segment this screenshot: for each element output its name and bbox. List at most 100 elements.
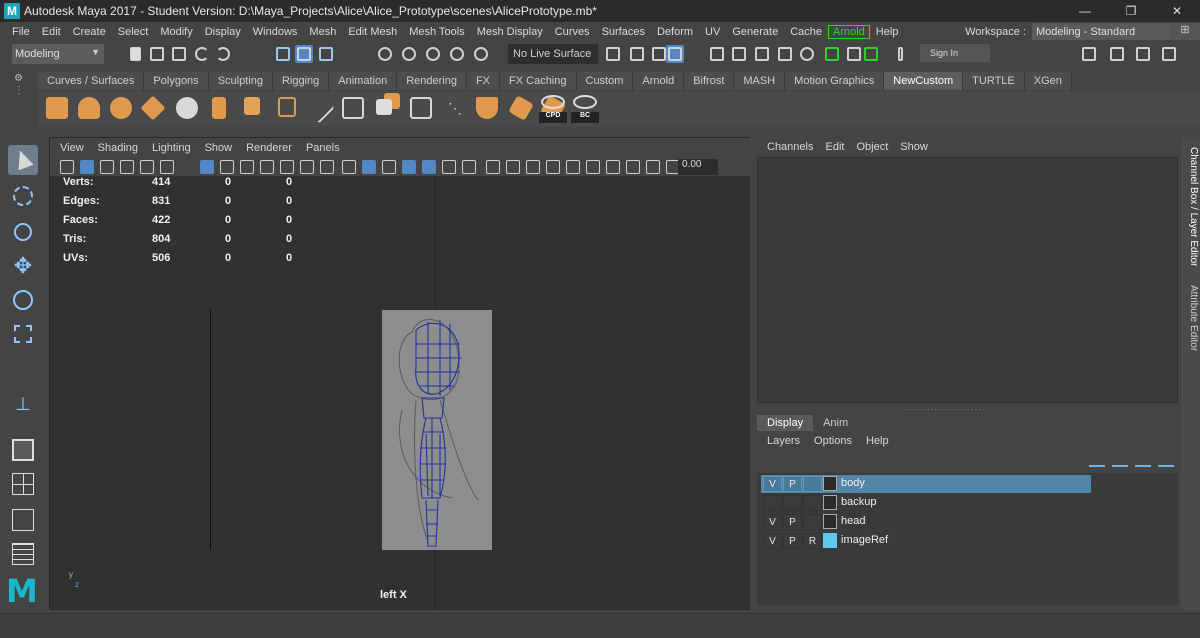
layer-row[interactable]: V P R imageRef [761, 532, 1091, 550]
layer-playback-toggle[interactable]: P [783, 476, 802, 492]
wireframe-icon[interactable] [342, 160, 356, 174]
target-weld-icon[interactable] [408, 95, 434, 121]
select-tool-icon[interactable] [8, 145, 38, 175]
exposure-field[interactable]: 0.00 [678, 159, 718, 175]
channel-box-menu-show[interactable]: Show [894, 141, 934, 153]
shelf-tab-rendering[interactable]: Rendering [397, 72, 467, 90]
menu-uv[interactable]: UV [699, 26, 726, 38]
open-scene-icon[interactable] [148, 45, 166, 63]
tab-channel-box-layer-editor[interactable]: Channel Box / Layer Editor [1183, 147, 1199, 267]
layer-menu-help[interactable]: Help [866, 435, 903, 447]
menu-curves[interactable]: Curves [549, 26, 596, 38]
close-button[interactable]: ✕ [1154, 0, 1200, 22]
bridge-icon[interactable] [274, 95, 300, 121]
poly-cylinder-icon[interactable] [76, 95, 102, 121]
bevel-icon[interactable] [239, 95, 265, 121]
rotate-tool-icon[interactable] [8, 285, 38, 315]
layer-color-swatch[interactable] [823, 533, 837, 548]
camera-attributes-icon[interactable] [80, 160, 94, 174]
layer-playback-toggle[interactable] [783, 495, 802, 511]
poly-cube-icon[interactable] [44, 95, 70, 121]
shelf-tab-animation[interactable]: Animation [329, 72, 398, 90]
live-surface-field[interactable]: No Live Surface [508, 44, 598, 64]
anti-aliasing-icon[interactable] [526, 160, 540, 174]
menu-help[interactable]: Help [870, 26, 905, 38]
shelf-tab-sculpting[interactable]: Sculpting [208, 72, 273, 90]
arnold-tool-icon[interactable] [845, 45, 863, 63]
extrude-icon[interactable] [206, 95, 232, 121]
outliner-layout-icon[interactable] [8, 539, 38, 569]
select-object-icon[interactable] [295, 45, 313, 63]
menu-deform[interactable]: Deform [651, 26, 699, 38]
viewport-menu-shading[interactable]: Shading [91, 142, 145, 154]
attribute-editor-toggle-icon[interactable] [1134, 45, 1152, 63]
restore-button[interactable]: ❐ [1108, 0, 1154, 22]
sidebar-toggle-icon[interactable] [896, 45, 914, 63]
grid-icon[interactable] [200, 160, 214, 174]
layer-visibility-toggle[interactable]: V [763, 514, 782, 530]
menu-mesh-tools[interactable]: Mesh Tools [403, 26, 470, 38]
ipr-render-icon[interactable] [753, 45, 771, 63]
bc-icon[interactable]: BC [571, 93, 599, 123]
shelf-tab-arnold[interactable]: Arnold [633, 72, 685, 90]
snap-surface-icon[interactable] [472, 45, 490, 63]
layer-visibility-toggle[interactable] [763, 495, 782, 511]
layer-display-type-toggle[interactable]: R [803, 533, 822, 549]
new-layer-from-selection-icon[interactable] [1158, 455, 1175, 467]
symmetry-icon[interactable] [604, 45, 622, 63]
workspace-dropdown[interactable]: Modeling - Standard [1032, 23, 1170, 40]
shelf-tab-rigging[interactable]: Rigging [272, 72, 330, 90]
layer-row[interactable]: V P head [761, 513, 1091, 531]
gate-mask-icon[interactable] [260, 160, 274, 174]
snap-grid-icon[interactable] [376, 45, 394, 63]
tab-anim[interactable]: Anim [813, 415, 858, 431]
safe-title-icon[interactable] [320, 160, 334, 174]
depth-of-field-icon[interactable] [546, 160, 560, 174]
menu-create[interactable]: Create [67, 26, 112, 38]
layer-name[interactable]: imageRef [841, 534, 888, 546]
show-manipulator-icon[interactable]: ⊥ [8, 389, 38, 419]
viewport-scene[interactable]: Verts: 414 0 0 Edges: 831 0 0 Faces: 422… [50, 176, 750, 609]
layer-row[interactable]: backup [761, 494, 1091, 512]
combine-icon[interactable] [174, 95, 200, 121]
render-frame-icon[interactable] [730, 45, 748, 63]
shelf-tab-fx-caching[interactable]: FX Caching [500, 72, 577, 90]
menu-edit-mesh[interactable]: Edit Mesh [342, 26, 403, 38]
magnet-icon[interactable] [666, 45, 684, 63]
shelf-tab-curves-surfaces[interactable]: Curves / Surfaces [38, 72, 145, 90]
smooth-shade-icon[interactable] [362, 160, 376, 174]
layer-name[interactable]: head [841, 515, 865, 527]
new-scene-icon[interactable] [128, 45, 146, 63]
menu-arnold[interactable]: Arnold [828, 24, 870, 39]
panel-splitter-handle[interactable]: ······················· [905, 405, 989, 414]
channel-box-body[interactable] [757, 157, 1178, 403]
viewport-menu-show[interactable]: Show [198, 142, 240, 154]
shelf-tab-polygons[interactable]: Polygons [144, 72, 209, 90]
xray-active-icon[interactable] [606, 160, 620, 174]
lasso-tool-icon[interactable] [8, 181, 38, 211]
snap-view-icon[interactable] [448, 45, 466, 63]
menu-surfaces[interactable]: Surfaces [596, 26, 651, 38]
sign-in-dropdown[interactable]: Sign In [920, 44, 990, 62]
save-scene-icon[interactable] [170, 45, 188, 63]
menu-mesh-display[interactable]: Mesh Display [471, 26, 549, 38]
xray-icon[interactable] [422, 160, 436, 174]
layer-display-type-toggle[interactable] [803, 495, 822, 511]
field-chart-icon[interactable] [280, 160, 294, 174]
channel-box-toggle-icon[interactable] [1108, 45, 1126, 63]
two-view-layout-icon[interactable] [8, 505, 38, 535]
tab-display[interactable]: Display [757, 415, 814, 431]
shelf-gear-icon[interactable]: ⚙ ⋮ [14, 74, 24, 96]
shelf-tab-custom[interactable]: Custom [576, 72, 634, 90]
resolution-gate-icon[interactable] [240, 160, 254, 174]
shelf-tab-turtle[interactable]: TURTLE [963, 72, 1025, 90]
layer-color-swatch[interactable] [823, 514, 837, 529]
select-hierarchy-icon[interactable] [274, 45, 292, 63]
shelf-tab-fx[interactable]: FX [466, 72, 501, 90]
render-settings-icon[interactable] [776, 45, 794, 63]
menu-set-dropdown[interactable]: Modeling ▼ [12, 44, 104, 64]
single-perspective-layout-icon[interactable] [8, 435, 38, 465]
layer-color-swatch[interactable] [823, 495, 837, 510]
safe-action-icon[interactable] [300, 160, 314, 174]
move-layer-up-icon[interactable] [1089, 455, 1105, 467]
